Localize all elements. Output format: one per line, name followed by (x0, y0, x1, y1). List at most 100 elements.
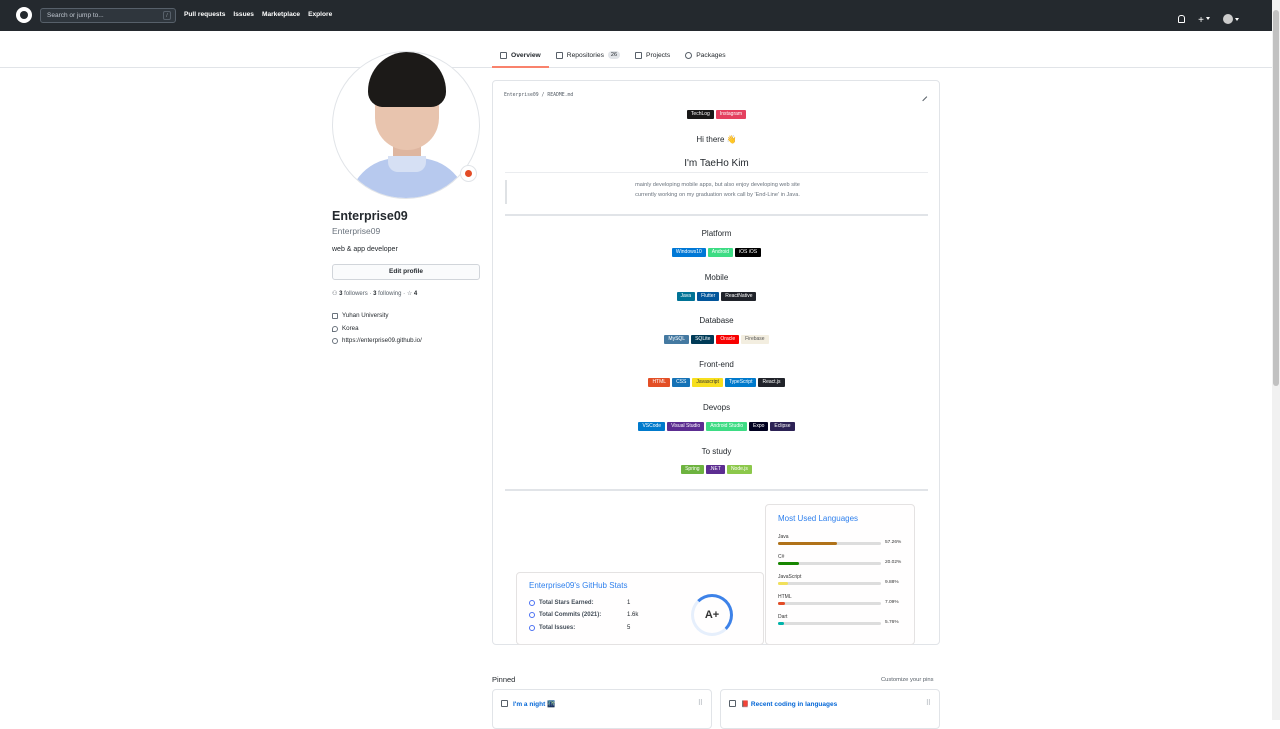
language-bar-fill (778, 562, 799, 565)
language-row: HTML 7.09% (778, 594, 908, 605)
github-logo-icon[interactable] (16, 7, 32, 23)
mobile-badges: Java Flutter ReactNative (505, 292, 928, 301)
tab-projects[interactable]: Projects (635, 49, 670, 61)
chevron-down-icon (1206, 17, 1210, 21)
github-stats-card: Enterprise09's GitHub Stats Total Stars … (516, 572, 764, 645)
website[interactable]: https://enterprise09.github.io/ (342, 335, 422, 348)
tab-label: Repositories (566, 51, 604, 59)
followers-label: followers (344, 291, 368, 297)
section-title-frontend: Front-end (699, 360, 734, 369)
badge-javascript: Javascript (692, 378, 723, 387)
search-placeholder: Search or jump to... (47, 12, 104, 19)
stats-label: Total Commits (2021): (539, 612, 602, 618)
star-icon: ☆ (406, 291, 413, 297)
scrollbar-thumb[interactable] (1273, 10, 1279, 386)
badge-reactnative: ReactNative (721, 292, 757, 301)
pinned-repo-name[interactable]: I'm a night 🌃 (513, 700, 555, 708)
header-actions: + (1178, 10, 1239, 28)
pinned-repo-name[interactable]: 📕 Recent coding in languages (741, 700, 837, 708)
global-nav: Pull requests Issues Marketplace Explore (184, 11, 332, 18)
social-badges: TechLog Instagram (505, 110, 928, 119)
nav-issues[interactable]: Issues (233, 11, 254, 18)
badge-sqlite: SQLite (691, 335, 715, 344)
people-icon: ⚇ (332, 291, 338, 297)
badge-nodejs: Node.js (726, 465, 752, 474)
search-shortcut-hint: / (163, 11, 171, 20)
quote-line-1: mainly developing mobile apps, but also … (635, 182, 800, 188)
plus-icon: + (1198, 15, 1204, 26)
readme-quote: mainly developing mobile apps, but also … (505, 180, 928, 204)
stats-row: Total Stars Earned: 1 (529, 600, 630, 606)
following-count: 3 (373, 291, 377, 297)
profile-details: Yuhan University Korea https://enterpris… (332, 310, 422, 348)
badge-vscode: VSCode (638, 422, 666, 431)
readme-heading: I'm TaeHo Kim (684, 158, 749, 169)
drag-handle-icon[interactable]: ⠿ (698, 699, 703, 707)
badge-mysql: MySQL (664, 335, 690, 344)
nav-pull-requests[interactable]: Pull requests (184, 11, 225, 18)
followers-link[interactable]: 3 followers (339, 291, 368, 297)
repo-icon (729, 700, 736, 707)
profile-avatar[interactable] (332, 51, 480, 199)
stats-value: 5 (627, 625, 631, 631)
customize-pins-link[interactable]: Customize your pins (881, 677, 934, 683)
edit-profile-button[interactable]: Edit profile (332, 264, 480, 280)
nav-marketplace[interactable]: Marketplace (262, 11, 300, 18)
project-icon (635, 51, 643, 59)
search-input[interactable]: Search or jump to... / (40, 8, 176, 23)
drag-handle-icon[interactable]: ⠿ (926, 699, 931, 707)
package-icon (685, 51, 693, 59)
badge-instagram[interactable]: Instagram (715, 110, 747, 119)
language-percent: 5.76% (885, 620, 899, 625)
location: Korea (342, 324, 359, 332)
stats-row: Total Commits (2021): 1.6k (529, 612, 638, 618)
badge-spring: Spring (681, 465, 704, 474)
language-bar-fill (778, 622, 784, 625)
language-percent: 9.88% (885, 580, 899, 585)
bell-icon[interactable] (1178, 15, 1186, 23)
organization-row: Yuhan University (332, 310, 422, 323)
badge-oracle: Oracle (716, 335, 740, 344)
grade-label: A+ (704, 609, 720, 621)
pinned-repo-card[interactable]: I'm a night 🌃 ⠿ (492, 689, 712, 729)
badge-dotnet: .NET (705, 465, 725, 474)
location-icon (332, 325, 338, 332)
following-label: following (378, 291, 402, 297)
chevron-down-icon (1235, 17, 1239, 21)
language-percent: 57.26% (885, 540, 902, 545)
badge-techlog[interactable]: TechLog (686, 110, 714, 119)
status-emoji-button[interactable] (460, 165, 477, 182)
language-percent: 7.09% (885, 600, 899, 605)
global-header: Search or jump to... / Pull requests Iss… (0, 0, 1272, 31)
following-link[interactable]: 3 following (373, 291, 401, 297)
pinned-repo-card[interactable]: 📕 Recent coding in languages ⠿ (720, 689, 940, 729)
stats-label: Total Issues: (539, 625, 576, 631)
stats-value: 1.6k (627, 612, 639, 618)
language-row: JavaScript 9.88% (778, 574, 908, 585)
avatar (1223, 14, 1233, 24)
stats-label: Total Stars Earned: (539, 600, 594, 606)
badge-react: React.js (758, 378, 785, 387)
heading-divider (505, 172, 928, 173)
profile-login: Enterprise09 (332, 226, 381, 236)
tab-repositories[interactable]: Repositories 26 (555, 49, 621, 61)
readme-path[interactable]: Enterprise09 / README.md (504, 93, 573, 98)
separator-dot: · (369, 291, 372, 297)
language-bar-fill (778, 602, 786, 605)
user-menu-dropdown[interactable] (1223, 14, 1239, 24)
building-icon (332, 313, 338, 320)
pinned-title: Pinned (492, 675, 516, 684)
tab-packages[interactable]: Packages (685, 49, 726, 61)
stats-title: Enterprise09's GitHub Stats (529, 581, 628, 590)
book-icon (500, 51, 507, 59)
tab-overview[interactable]: Overview (500, 49, 541, 61)
nav-explore[interactable]: Explore (308, 11, 332, 18)
badge-css: CSS (672, 378, 691, 387)
tostudy-badges: Spring .NET Node.js (505, 465, 928, 474)
stars-link[interactable]: ☆ 4 (407, 291, 417, 297)
create-new-dropdown[interactable]: + (1198, 10, 1210, 28)
issue-icon (529, 625, 535, 631)
avatar-collar (388, 156, 426, 172)
website-row[interactable]: https://enterprise09.github.io/ (332, 335, 422, 348)
badge-androidstudio: Android Studio (706, 422, 747, 431)
